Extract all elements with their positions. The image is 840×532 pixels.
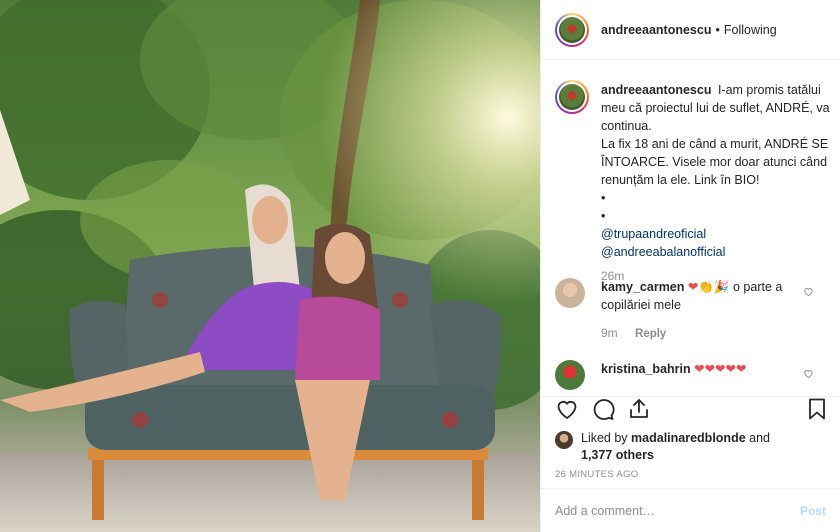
commenter-username[interactable]: kamy_carmen (601, 280, 684, 294)
post-comment-button[interactable]: Post (800, 504, 826, 518)
post-timestamp: 26 MINUTES AGO (555, 469, 639, 480)
caption-body: andreeaantonescu I-am promis tatălui meu… (601, 81, 831, 285)
commenter-avatar[interactable] (555, 278, 585, 308)
likes-text: Liked by madalinaredblonde and 1,377 oth… (581, 430, 805, 464)
reply-button[interactable]: Reply (635, 328, 666, 340)
comment-text: kristina_bahrin ❤❤❤❤❤ (601, 360, 793, 378)
liker-username[interactable]: madalinaredblonde (631, 431, 746, 445)
comment-emojis: ❤❤❤❤❤ (694, 362, 747, 376)
comment-age: 9m (601, 326, 618, 340)
bookmark-icon[interactable] (805, 397, 829, 421)
comment-text: kamy_carmen ❤👏🎉 o parte a copilăriei mel… (601, 278, 793, 314)
author-username[interactable]: andreeaantonescu (601, 23, 711, 37)
comment-emojis: ❤👏🎉 (687, 280, 730, 294)
mention-link[interactable]: @trupaandreoficial (601, 225, 831, 243)
comments-scroll-area[interactable]: andreeaantonescu I-am promis tatălui meu… (541, 60, 840, 396)
post-header: andreeaantonescu • Following (541, 0, 840, 60)
comment-icon[interactable] (591, 397, 615, 421)
post-image[interactable] (0, 0, 540, 532)
caption-username[interactable]: andreeaantonescu (601, 83, 711, 97)
caption-bullet-2: • (601, 209, 606, 223)
mention-link[interactable]: @andreeabalanofficial (601, 243, 831, 261)
add-comment-bar: Post (541, 488, 840, 532)
follow-status-button[interactable]: Following (724, 23, 777, 37)
author-avatar[interactable] (555, 12, 589, 47)
caption-text-2: La fix 18 ani de când a murit, ANDRÉ SE … (601, 137, 829, 187)
likes-and: and (749, 431, 770, 445)
caption-bullet-1: • (601, 191, 606, 205)
small-heart-icon[interactable] (803, 286, 814, 297)
small-heart-icon[interactable] (803, 368, 814, 379)
comment-input[interactable] (555, 501, 775, 521)
heart-icon[interactable] (555, 397, 579, 421)
comment-meta: 9m Reply (601, 326, 666, 340)
caption-avatar[interactable] (555, 80, 589, 114)
likes-others[interactable]: 1,377 others (581, 447, 805, 464)
likes-summary: Liked by madalinaredblonde and 1,377 oth… (555, 430, 805, 464)
action-bar: Liked by madalinaredblonde and 1,377 oth… (541, 396, 840, 488)
post-side-panel: andreeaantonescu • Following andreeaanto… (540, 0, 840, 532)
share-icon[interactable] (627, 397, 651, 421)
likes-prefix: Liked by (581, 431, 628, 445)
commenter-username[interactable]: kristina_bahrin (601, 362, 691, 376)
post-photo-illustration (0, 0, 540, 532)
liker-avatar[interactable] (555, 431, 573, 449)
header-separator: • (715, 22, 720, 37)
commenter-avatar[interactable] (555, 360, 585, 390)
